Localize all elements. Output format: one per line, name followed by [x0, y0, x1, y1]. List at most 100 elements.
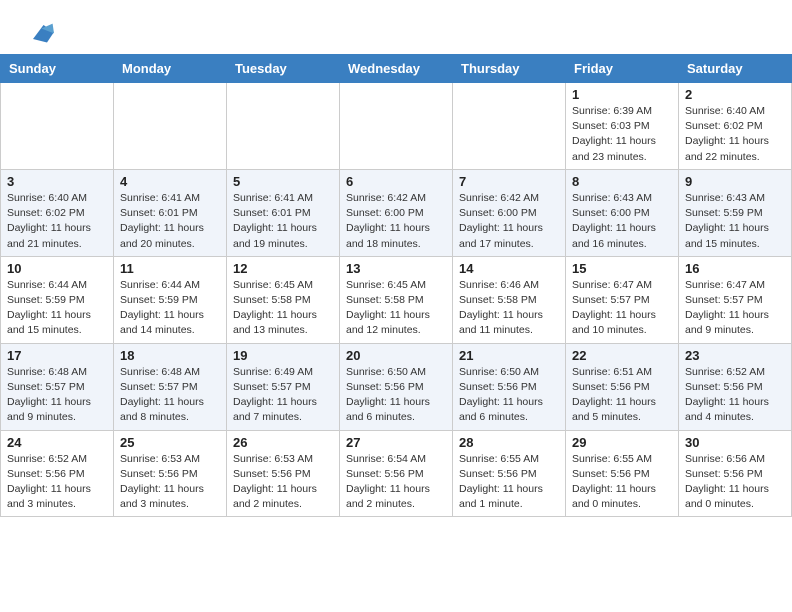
day-number-8: 8 [572, 174, 672, 189]
day-cell-27: 27 Sunrise: 6:54 AM Sunset: 5:56 PM Dayli… [340, 430, 453, 517]
day-cell-25: 25Sunrise: 6:53 AM Sunset: 5:56 PM Dayli… [114, 430, 227, 517]
day-info-21: Sunrise: 6:50 AM Sunset: 5:56 PM Dayligh… [459, 365, 559, 426]
day-number-27: 27 [346, 435, 446, 450]
day-info-20: Sunrise: 6:50 AM Sunset: 5:56 PM Dayligh… [346, 365, 446, 426]
weekday-header-saturday: Saturday [679, 55, 792, 83]
day-number-10: 10 [7, 261, 107, 276]
empty-cell [340, 83, 453, 170]
day-cell-30: 30Sunrise: 6:56 AM Sunset: 5:56 PM Dayli… [679, 430, 792, 517]
day-number-14: 14 [459, 261, 559, 276]
day-info-10: Sunrise: 6:44 AM Sunset: 5:59 PM Dayligh… [7, 278, 107, 339]
day-cell-6: 6Sunrise: 6:42 AM Sunset: 6:00 PM Daylig… [340, 169, 453, 256]
weekday-header-wednesday: Wednesday [340, 55, 453, 83]
day-number-2: 2 [685, 87, 785, 102]
day-number-26: 26 [233, 435, 333, 450]
day-number-9: 9 [685, 174, 785, 189]
empty-cell [1, 83, 114, 170]
day-info-29: Sunrise: 6:55 AM Sunset: 5:56 PM Dayligh… [572, 452, 672, 513]
day-info-22: Sunrise: 6:51 AM Sunset: 5:56 PM Dayligh… [572, 365, 672, 426]
day-info-30: Sunrise: 6:56 AM Sunset: 5:56 PM Dayligh… [685, 452, 785, 513]
day-number-16: 16 [685, 261, 785, 276]
day-number-29: 29 [572, 435, 672, 450]
day-info-19: Sunrise: 6:49 AM Sunset: 5:57 PM Dayligh… [233, 365, 333, 426]
day-info-26: Sunrise: 6:53 AM Sunset: 5:56 PM Dayligh… [233, 452, 333, 513]
day-number-18: 18 [120, 348, 220, 363]
day-number-1: 1 [572, 87, 672, 102]
day-info-14: Sunrise: 6:46 AM Sunset: 5:58 PM Dayligh… [459, 278, 559, 339]
day-cell-2: 2 Sunrise: 6:40 AM Sunset: 6:02 PM Daylig… [679, 83, 792, 170]
day-info-2: Sunrise: 6:40 AM Sunset: 6:02 PM Dayligh… [685, 104, 785, 165]
day-number-22: 22 [572, 348, 672, 363]
day-info-6: Sunrise: 6:42 AM Sunset: 6:00 PM Dayligh… [346, 191, 446, 252]
day-cell-11: 11 Sunrise: 6:44 AM Sunset: 5:59 PM Dayli… [114, 256, 227, 343]
week-row-4: 17 Sunrise: 6:48 AM Sunset: 5:57 PM Dayli… [1, 343, 792, 430]
day-cell-18: 18 Sunrise: 6:48 AM Sunset: 5:57 PM Dayli… [114, 343, 227, 430]
day-cell-19: 19 Sunrise: 6:49 AM Sunset: 5:57 PM Dayli… [227, 343, 340, 430]
day-info-12: Sunrise: 6:45 AM Sunset: 5:58 PM Dayligh… [233, 278, 333, 339]
weekday-header-thursday: Thursday [453, 55, 566, 83]
logo [24, 18, 54, 46]
day-cell-3: 3 Sunrise: 6:40 AM Sunset: 6:02 PM Daylig… [1, 169, 114, 256]
weekday-header-sunday: Sunday [1, 55, 114, 83]
day-cell-29: 29 Sunrise: 6:55 AM Sunset: 5:56 PM Dayli… [566, 430, 679, 517]
day-info-18: Sunrise: 6:48 AM Sunset: 5:57 PM Dayligh… [120, 365, 220, 426]
day-cell-13: 13 Sunrise: 6:45 AM Sunset: 5:58 PM Dayli… [340, 256, 453, 343]
day-info-28: Sunrise: 6:55 AM Sunset: 5:56 PM Dayligh… [459, 452, 559, 513]
weekday-header-row: SundayMondayTuesdayWednesdayThursdayFrid… [1, 55, 792, 83]
day-cell-5: 5Sunrise: 6:41 AM Sunset: 6:01 PM Daylig… [227, 169, 340, 256]
day-info-1: Sunrise: 6:39 AM Sunset: 6:03 PM Dayligh… [572, 104, 672, 165]
day-cell-17: 17Sunrise: 6:48 AM Sunset: 5:57 PM Dayli… [1, 343, 114, 430]
day-number-28: 28 [459, 435, 559, 450]
empty-cell [453, 83, 566, 170]
day-cell-4: 4 Sunrise: 6:41 AM Sunset: 6:01 PM Daylig… [114, 169, 227, 256]
day-cell-21: 21 Sunrise: 6:50 AM Sunset: 5:56 PM Dayli… [453, 343, 566, 430]
day-cell-22: 22 Sunrise: 6:51 AM Sunset: 5:56 PM Dayli… [566, 343, 679, 430]
day-cell-23: 23 Sunrise: 6:52 AM Sunset: 5:56 PM Dayli… [679, 343, 792, 430]
day-number-25: 25 [120, 435, 220, 450]
logo-icon [26, 18, 54, 46]
day-number-21: 21 [459, 348, 559, 363]
day-cell-15: 15 Sunrise: 6:47 AM Sunset: 5:57 PM Dayli… [566, 256, 679, 343]
day-info-8: Sunrise: 6:43 AM Sunset: 6:00 PM Dayligh… [572, 191, 672, 252]
day-number-20: 20 [346, 348, 446, 363]
day-cell-12: 12 Sunrise: 6:45 AM Sunset: 5:58 PM Dayli… [227, 256, 340, 343]
week-row-2: 3 Sunrise: 6:40 AM Sunset: 6:02 PM Daylig… [1, 169, 792, 256]
page-header [0, 0, 792, 54]
day-info-15: Sunrise: 6:47 AM Sunset: 5:57 PM Dayligh… [572, 278, 672, 339]
day-info-27: Sunrise: 6:54 AM Sunset: 5:56 PM Dayligh… [346, 452, 446, 513]
day-cell-28: 28 Sunrise: 6:55 AM Sunset: 5:56 PM Dayli… [453, 430, 566, 517]
week-row-5: 24Sunrise: 6:52 AM Sunset: 5:56 PM Dayli… [1, 430, 792, 517]
day-info-23: Sunrise: 6:52 AM Sunset: 5:56 PM Dayligh… [685, 365, 785, 426]
day-cell-16: 16 Sunrise: 6:47 AM Sunset: 5:57 PM Dayli… [679, 256, 792, 343]
day-info-5: Sunrise: 6:41 AM Sunset: 6:01 PM Dayligh… [233, 191, 333, 252]
empty-cell [114, 83, 227, 170]
day-cell-24: 24Sunrise: 6:52 AM Sunset: 5:56 PM Dayli… [1, 430, 114, 517]
day-cell-7: 7Sunrise: 6:42 AM Sunset: 6:00 PM Daylig… [453, 169, 566, 256]
day-number-13: 13 [346, 261, 446, 276]
day-cell-10: 10 Sunrise: 6:44 AM Sunset: 5:59 PM Dayli… [1, 256, 114, 343]
day-cell-20: 20 Sunrise: 6:50 AM Sunset: 5:56 PM Dayli… [340, 343, 453, 430]
day-info-11: Sunrise: 6:44 AM Sunset: 5:59 PM Dayligh… [120, 278, 220, 339]
empty-cell [227, 83, 340, 170]
day-number-11: 11 [120, 261, 220, 276]
day-number-23: 23 [685, 348, 785, 363]
day-cell-14: 14 Sunrise: 6:46 AM Sunset: 5:58 PM Dayli… [453, 256, 566, 343]
day-info-24: Sunrise: 6:52 AM Sunset: 5:56 PM Dayligh… [7, 452, 107, 513]
week-row-3: 10 Sunrise: 6:44 AM Sunset: 5:59 PM Dayli… [1, 256, 792, 343]
day-number-17: 17 [7, 348, 107, 363]
weekday-header-tuesday: Tuesday [227, 55, 340, 83]
day-cell-9: 9 Sunrise: 6:43 AM Sunset: 5:59 PM Daylig… [679, 169, 792, 256]
day-info-16: Sunrise: 6:47 AM Sunset: 5:57 PM Dayligh… [685, 278, 785, 339]
day-number-12: 12 [233, 261, 333, 276]
day-info-4: Sunrise: 6:41 AM Sunset: 6:01 PM Dayligh… [120, 191, 220, 252]
day-number-19: 19 [233, 348, 333, 363]
day-info-9: Sunrise: 6:43 AM Sunset: 5:59 PM Dayligh… [685, 191, 785, 252]
week-row-1: 1 Sunrise: 6:39 AM Sunset: 6:03 PM Daylig… [1, 83, 792, 170]
day-cell-8: 8 Sunrise: 6:43 AM Sunset: 6:00 PM Daylig… [566, 169, 679, 256]
day-number-15: 15 [572, 261, 672, 276]
day-number-7: 7 [459, 174, 559, 189]
day-info-13: Sunrise: 6:45 AM Sunset: 5:58 PM Dayligh… [346, 278, 446, 339]
day-info-3: Sunrise: 6:40 AM Sunset: 6:02 PM Dayligh… [7, 191, 107, 252]
day-number-3: 3 [7, 174, 107, 189]
day-number-4: 4 [120, 174, 220, 189]
